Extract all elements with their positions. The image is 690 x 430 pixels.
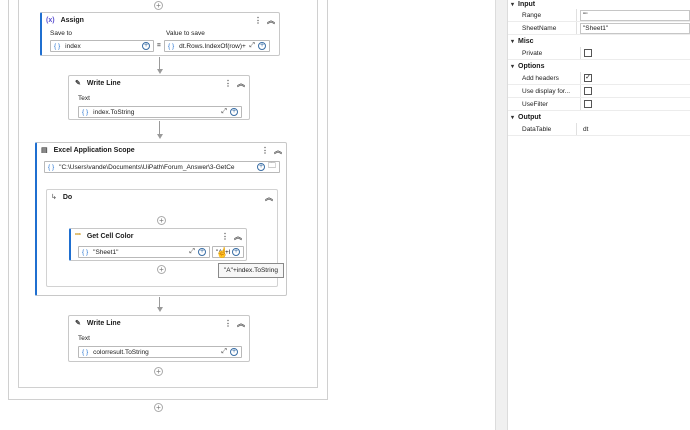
more-options-icon[interactable]: ⋮ — [224, 79, 232, 88]
excel-scope-title: Excel Application Scope — [53, 146, 135, 154]
get-cell-color-title: Get Cell Color — [86, 232, 134, 240]
category-input[interactable]: ▾ Input — [508, 0, 690, 9]
chevron-down-icon: ▾ — [511, 114, 515, 121]
panel-splitter[interactable] — [495, 0, 508, 430]
mouse-cursor-icon: ☝ — [216, 248, 229, 259]
add-variable-icon[interactable]: + — [257, 163, 265, 171]
connector-arrow — [157, 307, 163, 312]
category-options[interactable]: ▾ Options — [508, 60, 690, 72]
expression-icon: { } — [54, 42, 61, 50]
expression-icon: { } — [82, 108, 89, 116]
collapse-icon[interactable]: ︽ — [237, 78, 245, 89]
collapse-icon[interactable]: ︽ — [234, 231, 242, 242]
property-row-datatable[interactable]: DataTable dt — [508, 123, 690, 136]
add-activity-button[interactable]: + — [154, 403, 163, 412]
more-options-icon[interactable]: ⋮ — [224, 319, 232, 328]
property-row-use-display-format[interactable]: Use display for... — [508, 85, 690, 98]
collapse-icon[interactable]: ︽ — [265, 192, 273, 203]
expression-icon: { } — [168, 42, 175, 50]
add-activity-button[interactable]: + — [157, 216, 166, 225]
add-headers-checkbox[interactable]: ✓ — [584, 74, 592, 82]
sheetname-input[interactable]: "Sheet1" — [580, 22, 690, 34]
chevron-down-icon: ▾ — [511, 2, 515, 8]
text-label: Text — [78, 335, 90, 342]
connector-arrow — [157, 134, 163, 139]
write-line-activity-2[interactable]: ✎ Write Line ⋮ ︽ Text { } colorresult.To… — [68, 315, 250, 362]
save-to-field[interactable]: { } index + — [50, 40, 154, 52]
value-to-save-field[interactable]: { } dt.Rows.IndexOf(row)+ ⤢ + — [164, 40, 270, 52]
more-options-icon[interactable]: ⋮ — [221, 232, 229, 241]
chevron-down-icon: ▾ — [511, 63, 515, 70]
save-to-label: Save to — [50, 30, 73, 37]
add-variable-icon[interactable]: + — [258, 42, 266, 50]
add-variable-icon[interactable]: + — [198, 248, 206, 256]
add-variable-icon[interactable]: + — [142, 42, 150, 50]
cell-color-icon: *** — [75, 233, 81, 239]
expression-icon: { } — [48, 163, 55, 171]
add-variable-icon[interactable]: + — [230, 348, 238, 356]
text-field[interactable]: { } colorresult.ToString ⤢ + — [78, 346, 242, 358]
expand-editor-icon[interactable]: ⤢ — [189, 248, 195, 256]
property-row-range[interactable]: Range "" — [508, 9, 690, 22]
more-options-icon[interactable]: ⋮ — [254, 16, 262, 25]
expand-editor-icon[interactable]: ⤢ — [221, 108, 227, 116]
range-input[interactable]: "" — [580, 9, 690, 21]
add-activity-button[interactable]: + — [157, 265, 166, 274]
workbook-path-field[interactable]: { } "C:\Users\vande\Documents\UiPath\For… — [44, 161, 280, 173]
collapse-icon[interactable]: ︽ — [237, 318, 245, 329]
do-label: Do — [62, 193, 73, 201]
write-line-title: Write Line — [86, 79, 121, 87]
assign-title: Assign — [60, 16, 84, 24]
excel-scope-icon: ▤ — [41, 147, 48, 154]
connector-line — [159, 121, 160, 135]
pencil-icon: ✎ — [75, 80, 81, 87]
category-output[interactable]: ▾ Output — [508, 111, 690, 123]
property-row-private[interactable]: Private — [508, 47, 690, 60]
write-line-activity-1[interactable]: ✎ Write Line ⋮ ︽ Text { } index.ToString… — [68, 75, 250, 120]
assign-icon: (x) — [46, 16, 55, 24]
usefilter-checkbox[interactable] — [584, 100, 592, 108]
folder-icon[interactable]: 🗀 — [268, 162, 276, 172]
property-row-usefilter[interactable]: UseFilter — [508, 98, 690, 111]
private-checkbox[interactable] — [584, 49, 592, 57]
add-variable-icon[interactable]: + — [230, 108, 238, 116]
sheet-name-field[interactable]: { } "Sheet1" ⤢ + — [78, 246, 210, 258]
add-variable-icon[interactable]: + — [232, 248, 240, 256]
chevron-down-icon: ▾ — [511, 38, 515, 45]
expression-icon: { } — [82, 348, 89, 356]
equals-sign: = — [157, 42, 161, 49]
text-label: Text — [78, 95, 90, 102]
expression-tooltip: "A"+index.ToString — [218, 263, 284, 278]
assign-activity[interactable]: (x) Assign ⋮ ︽ Save to Value to save { }… — [40, 12, 280, 56]
collapse-icon[interactable]: ︽ — [274, 145, 282, 156]
add-activity-button[interactable]: + — [154, 1, 163, 10]
datatable-input[interactable]: dt — [580, 123, 690, 135]
add-activity-button[interactable]: + — [154, 367, 163, 376]
do-arrow-icon: ↳ — [51, 194, 57, 201]
expand-editor-icon[interactable]: ⤢ — [221, 348, 227, 356]
connector-arrow — [157, 69, 163, 74]
category-misc[interactable]: ▾ Misc — [508, 35, 690, 47]
value-to-save-label: Value to save — [166, 30, 205, 37]
more-options-icon[interactable]: ⋮ — [261, 146, 269, 155]
collapse-icon[interactable]: ︽ — [267, 15, 275, 26]
text-field[interactable]: { } index.ToString ⤢ + — [78, 106, 242, 118]
write-line-title: Write Line — [86, 319, 121, 327]
expand-editor-icon[interactable]: ⤢ — [249, 42, 255, 50]
properties-panel: ▾ Input Range "" SheetName "Sheet1" ▾ Mi… — [508, 0, 690, 430]
property-row-sheetname[interactable]: SheetName "Sheet1" — [508, 22, 690, 35]
expression-icon: { } — [82, 248, 89, 256]
use-display-format-checkbox[interactable] — [584, 87, 592, 95]
pencil-icon: ✎ — [75, 320, 81, 327]
property-row-add-headers[interactable]: Add headers ✓ — [508, 72, 690, 85]
designer-canvas: + (x) Assign ⋮ ︽ Save to Value to save {… — [0, 0, 494, 430]
